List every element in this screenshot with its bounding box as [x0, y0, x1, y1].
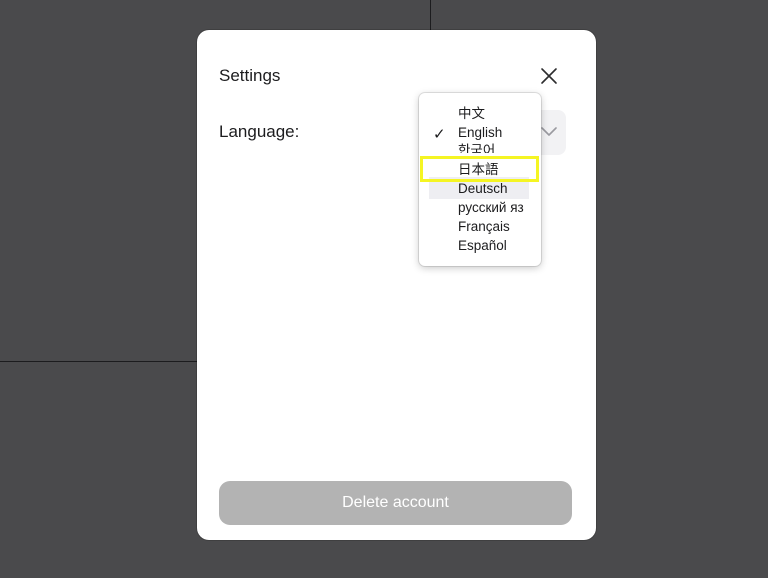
language-label: Language: — [219, 122, 300, 141]
language-option-russian[interactable]: русский яз — [458, 198, 524, 217]
close-button[interactable] — [539, 66, 559, 86]
language-option-english[interactable]: English — [458, 123, 502, 142]
language-option-spanish[interactable]: Español — [458, 236, 507, 255]
checkmark-icon: ✓ — [433, 126, 446, 143]
language-option-japanese[interactable]: 日本語 — [458, 160, 499, 179]
language-option-chinese[interactable]: 中文 — [458, 104, 485, 123]
delete-account-button[interactable]: Delete account — [219, 481, 572, 525]
language-option-german[interactable]: Deutsch — [458, 179, 508, 198]
dialog-title: Settings — [219, 66, 281, 85]
close-icon — [541, 68, 557, 84]
language-option-french[interactable]: Français — [458, 217, 510, 236]
language-dropdown-menu: ✓ 中文 English 한국어 日本語 Deutsch русский яз … — [419, 93, 541, 266]
chevron-down-icon — [540, 124, 558, 143]
background-divider-horizontal — [0, 361, 197, 362]
language-option-korean[interactable]: 한국어 — [458, 141, 495, 153]
background-divider-vertical — [430, 0, 431, 30]
